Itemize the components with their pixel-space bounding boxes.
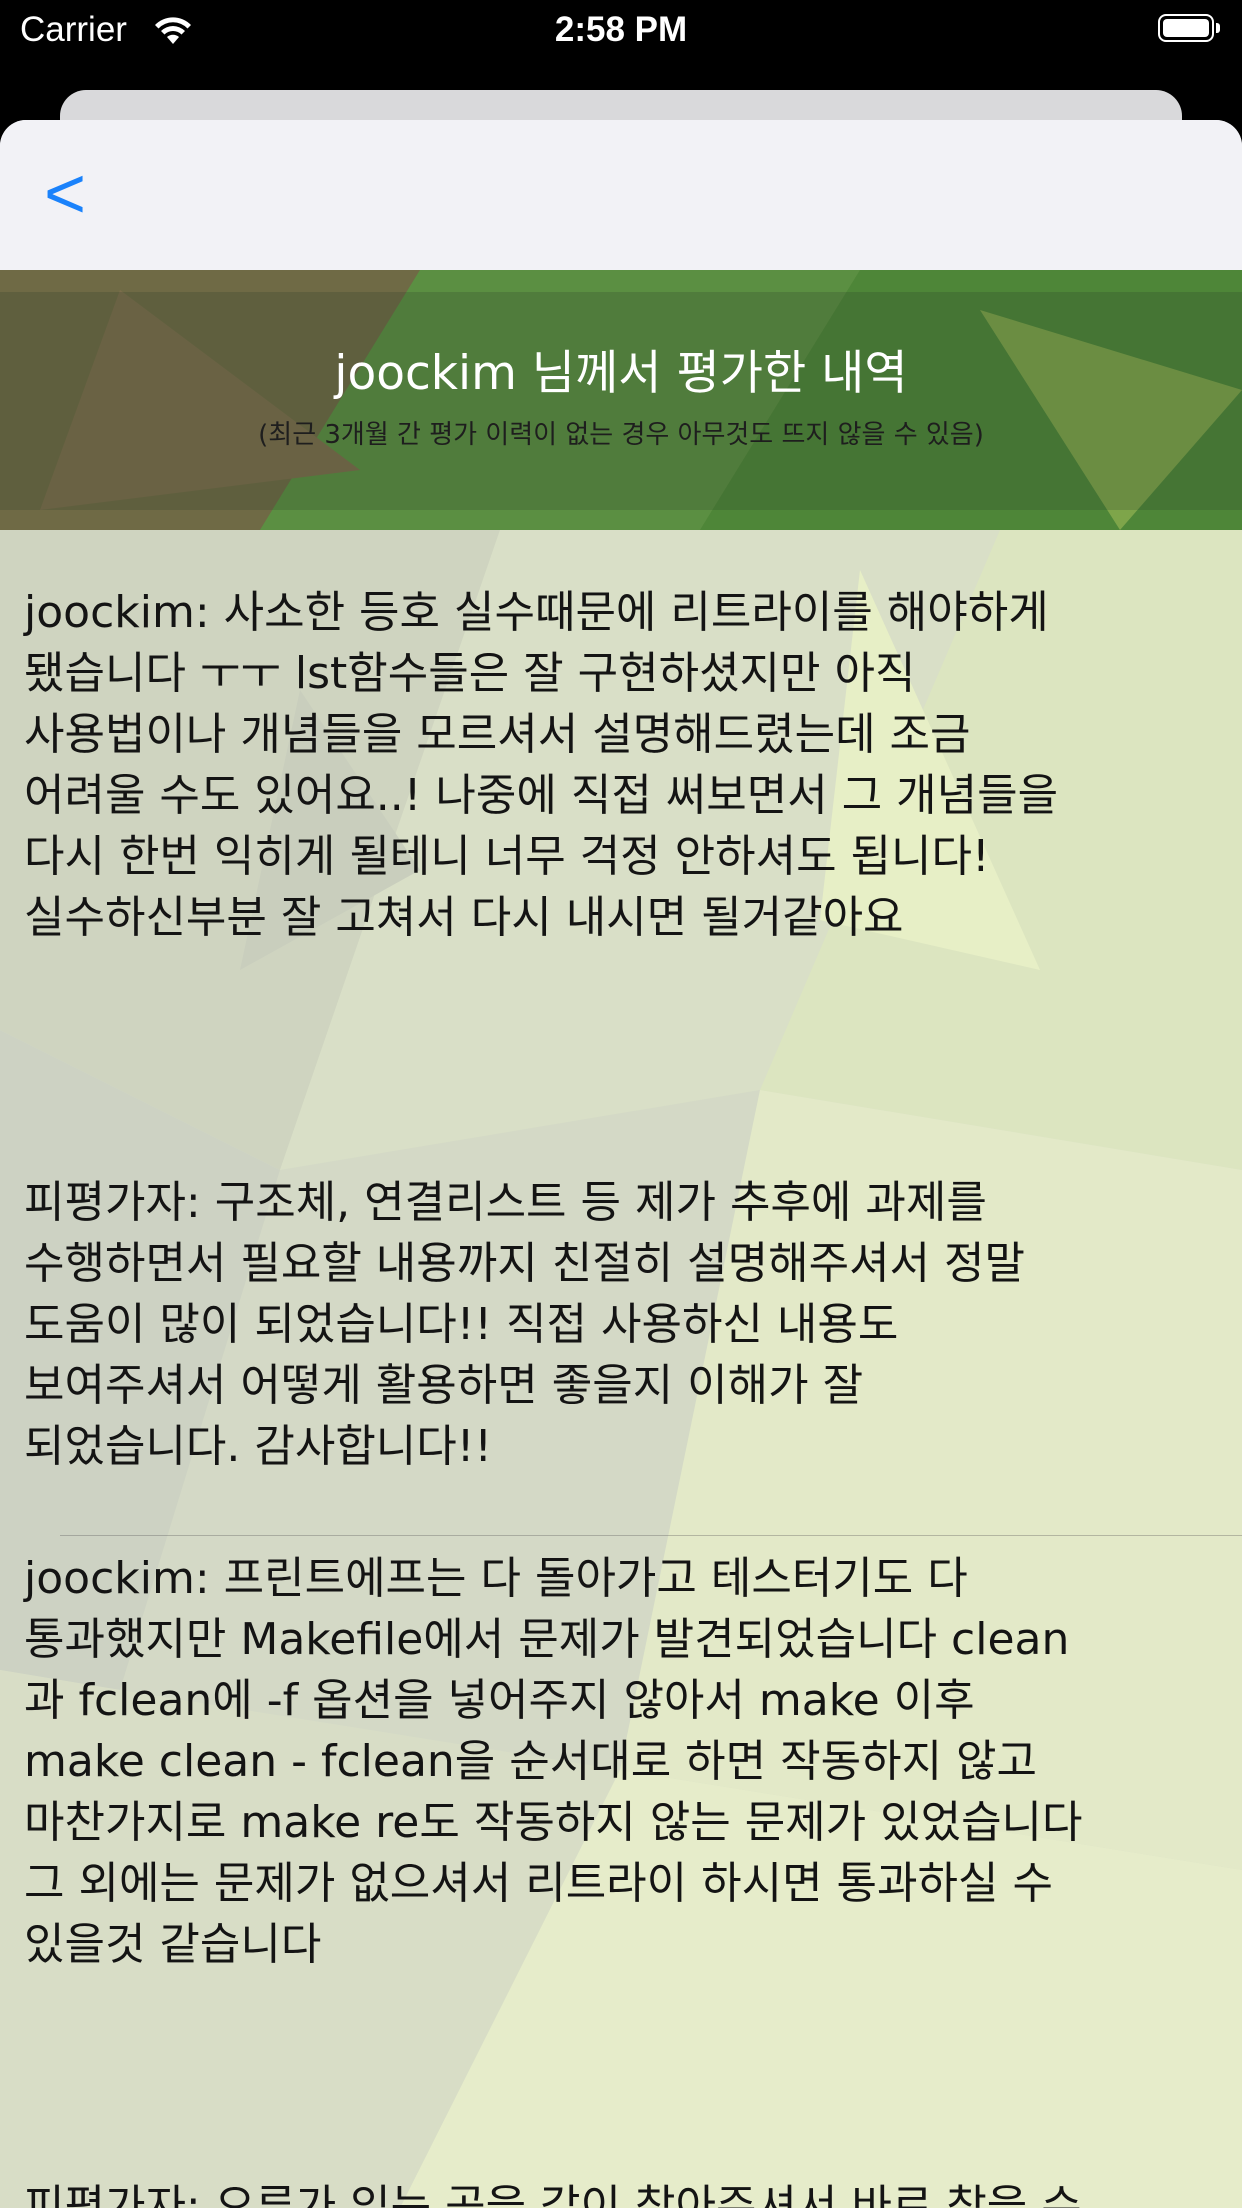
header-banner: joockim 님께서 평가한 내역 (최근 3개월 간 평가 이력이 없는 경… xyxy=(0,292,1242,510)
evaluator-comment: joockim: 사소한 등호 실수때문에 리트라이를 해야하게 됐습니다 ㅜㅜ… xyxy=(24,587,1059,943)
page-subtitle: (최근 3개월 간 평가 이력이 없는 경우 아무것도 뜨지 않을 수 있음) xyxy=(258,420,984,450)
back-button[interactable]: < xyxy=(44,158,86,230)
modal-sheet: < joockim 님께서 평가한 내역 (최근 3개월 간 평가 이력이 없는… xyxy=(0,120,1242,2208)
clock: 2:58 PM xyxy=(554,10,688,49)
evaluator-comment: joockim: 프린트에프는 다 돌아가고 테스터기도 다 통과했지만 Mak… xyxy=(24,1553,1083,1970)
evaluatee-comment: 피평가자: 오류가 있는 곳을 같이 찾아주셔서 바로 찾을 수 xyxy=(24,2181,1082,2208)
navigation-bar: < xyxy=(0,120,1242,270)
status-bar: Carrier 2:58 PM xyxy=(0,0,1242,62)
evaluatee-comment: 피평가자: 구조체, 연결리스트 등 제가 추후에 과제를 수행하면서 필요할 … xyxy=(24,1177,1025,1472)
battery-icon xyxy=(1158,14,1222,44)
divider xyxy=(60,1535,1242,1536)
page-title: joockim 님께서 평가한 내역 xyxy=(334,346,908,401)
